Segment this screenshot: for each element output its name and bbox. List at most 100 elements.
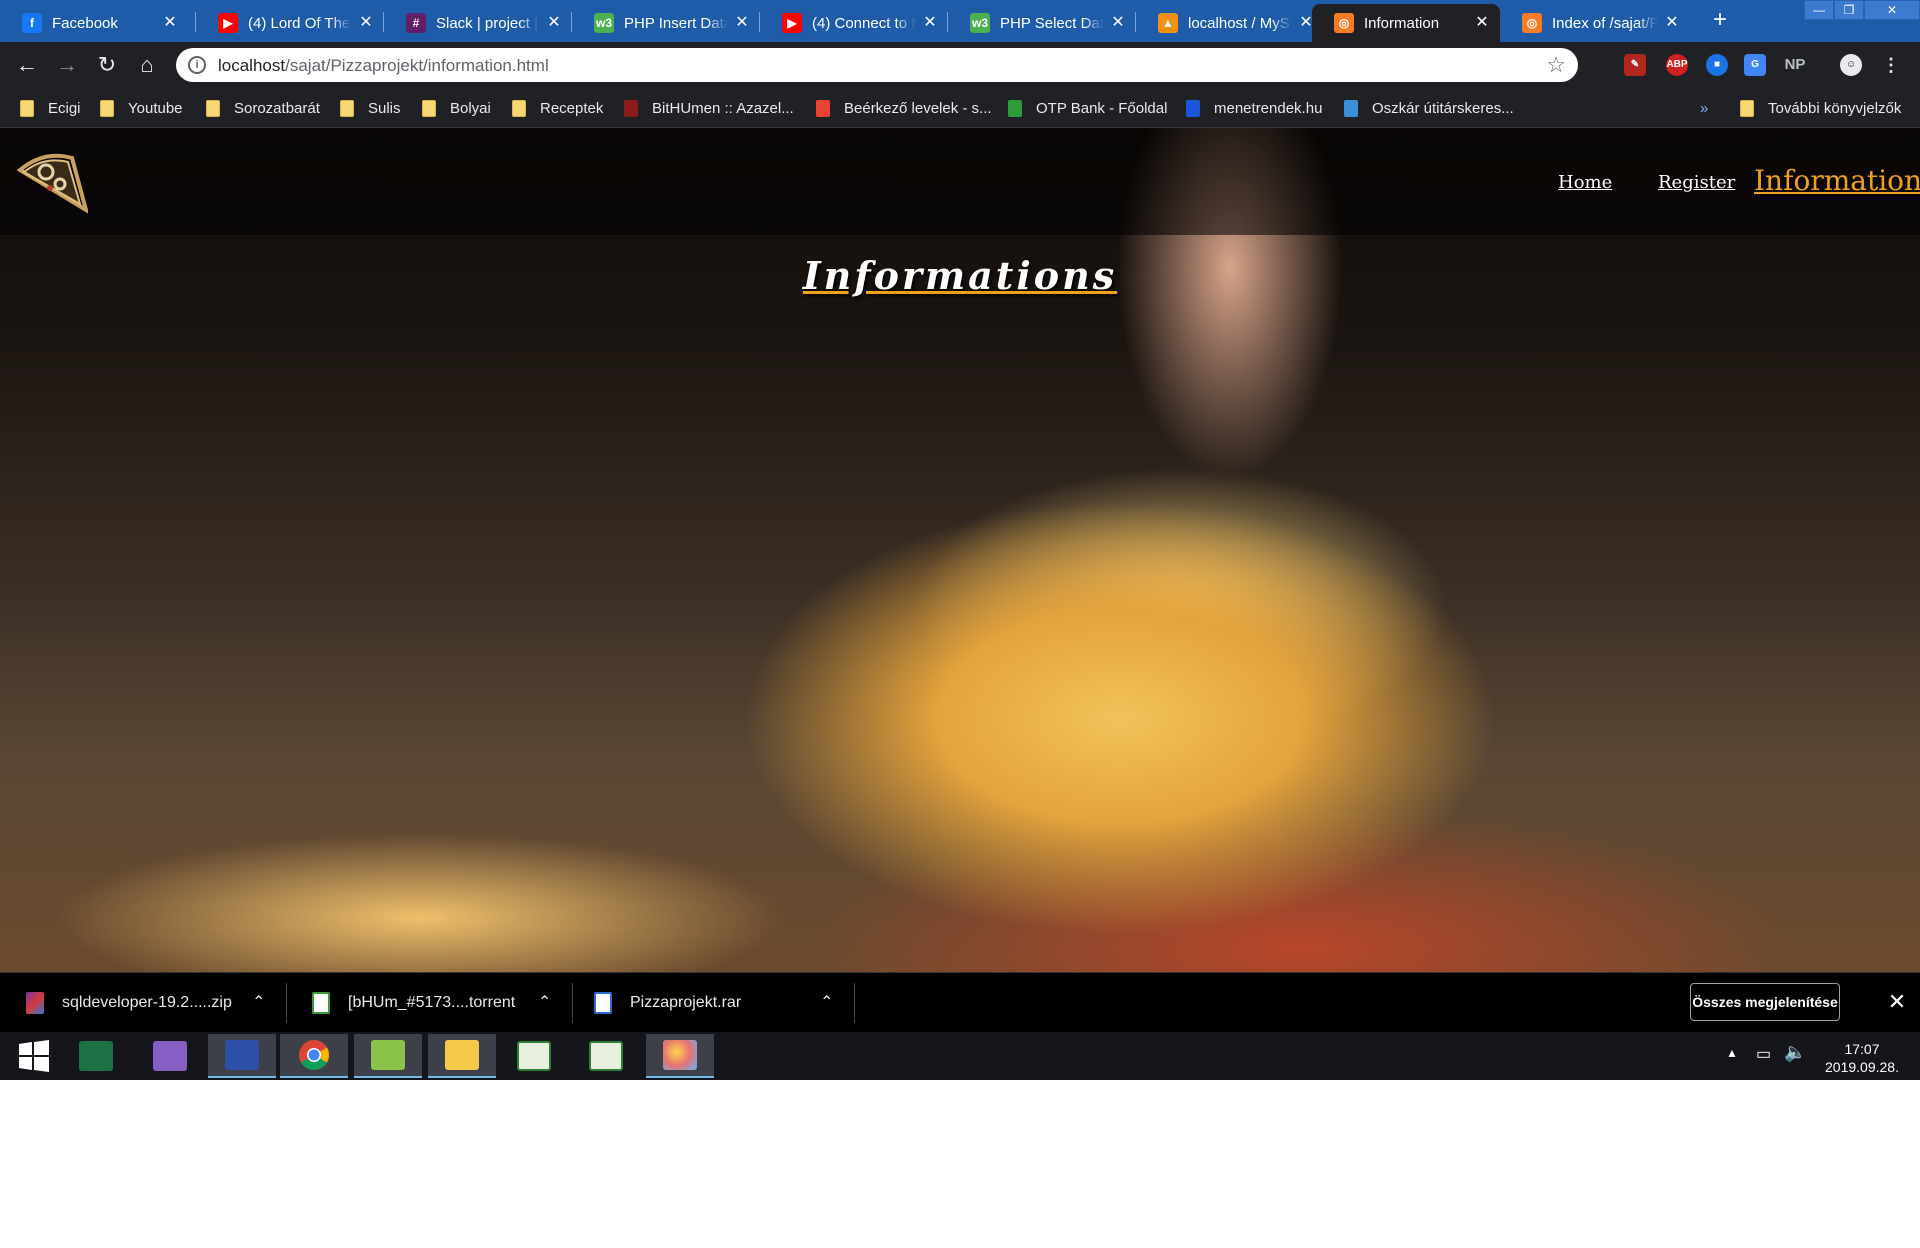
taskbar-paint[interactable] (646, 1034, 714, 1078)
bookmark-star-icon[interactable]: ☆ (1546, 52, 1566, 78)
browser-tab[interactable]: # Slack | project | S ✕ (384, 4, 572, 42)
chrome-icon (299, 1040, 330, 1071)
oszkar-icon (1344, 99, 1358, 117)
bookmark-label: Beérkező levelek - s... (844, 99, 992, 117)
menu-dots-icon[interactable]: ⋮ (1880, 54, 1902, 76)
browser-tab[interactable]: w3 PHP Select Data ✕ (948, 4, 1136, 42)
web-page: Home Register Information Informations (0, 128, 1920, 972)
restore-icon[interactable]: ❐ (1834, 0, 1864, 20)
bookmark-item[interactable]: Ecigi (20, 98, 81, 118)
tab-close-icon[interactable]: ✕ (1664, 15, 1680, 31)
bookmark-extension-icon[interactable]: ■ (1706, 54, 1728, 76)
tab-separator (947, 12, 948, 32)
reload-icon[interactable]: ↻ (92, 50, 122, 80)
address-bar[interactable]: i localhost/sajat/Pizzaprojekt/informati… (176, 48, 1578, 82)
download-item[interactable]: sqldeveloper-19.2.....zip ⌃ (26, 973, 276, 1033)
tab-close-icon[interactable]: ✕ (1474, 15, 1490, 31)
bookmark-item[interactable]: Bolyai (422, 98, 491, 118)
taskbar-excel[interactable] (62, 1034, 130, 1078)
youtube-icon: ▶ (782, 13, 802, 33)
minimize-icon[interactable]: — (1804, 0, 1834, 20)
bookmarks-overflow-icon[interactable]: » (1700, 98, 1708, 118)
bookmark-label: Bolyai (450, 99, 491, 117)
tab-close-icon[interactable]: ✕ (358, 15, 374, 31)
taskbar-chrome[interactable] (280, 1034, 348, 1078)
nav-information-link[interactable]: Information (1754, 164, 1920, 197)
taskbar-file-explorer[interactable] (428, 1034, 496, 1078)
bookmark-item[interactable]: menetrendek.hu (1186, 98, 1322, 118)
browser-toolbar: ← → ↻ ⌂ i localhost/sajat/Pizzaprojekt/i… (0, 42, 1920, 88)
other-bookmarks[interactable]: További könyvjelzők (1740, 98, 1901, 118)
menetrendek-icon (1186, 99, 1200, 117)
gmail-icon (816, 99, 830, 117)
tab-close-icon[interactable]: ✕ (546, 15, 562, 31)
network-icon[interactable]: ▭ (1756, 1044, 1771, 1064)
address-url[interactable]: localhost/sajat/Pizzaprojekt/information… (218, 56, 549, 76)
back-icon[interactable]: ← (12, 50, 42, 80)
otp-icon (1008, 99, 1022, 117)
forward-icon[interactable]: → (52, 50, 82, 80)
system-clock[interactable]: 17:07 2019.09.28. (1812, 1040, 1912, 1076)
profile-avatar-icon[interactable]: ☺ (1840, 54, 1862, 76)
bookmark-item[interactable]: BitHUmen :: Azazel... (624, 98, 794, 118)
tab-separator (383, 12, 384, 32)
taskbar-save-app[interactable] (208, 1034, 276, 1078)
browser-tab[interactable]: ◎ Information ✕ (1312, 4, 1500, 42)
chevron-up-icon[interactable]: ⌃ (538, 992, 551, 1012)
show-all-downloads-button[interactable]: Összes megjelenítése (1690, 983, 1840, 1021)
adblock-plus-icon[interactable]: ABP (1666, 54, 1688, 76)
bookmark-item[interactable]: Receptek (512, 98, 603, 118)
browser-tab[interactable]: ▶ (4) Lord Of The Rings ✕ (196, 4, 384, 42)
start-button[interactable] (0, 1034, 68, 1078)
download-item[interactable]: [bHUm_#5173....torrent ⌃ (312, 973, 562, 1033)
site-info-icon[interactable]: i (188, 56, 206, 74)
taskbar-notepad-plus[interactable] (354, 1034, 422, 1078)
close-icon[interactable]: ✕ (1884, 987, 1910, 1017)
google-translate-icon[interactable]: G (1744, 54, 1766, 76)
bookmark-item[interactable]: Sulis (340, 98, 401, 118)
browser-tab[interactable]: ▲localhost / MySQL✕ (1136, 4, 1324, 42)
tab-title: (4) Connect to My (812, 14, 916, 32)
home-icon[interactable]: ⌂ (132, 50, 162, 80)
browser-tab[interactable]: f Facebook ✕ (0, 4, 188, 42)
tab-title: (4) Lord Of The Rings (248, 14, 352, 32)
bookmark-label: Receptek (540, 99, 604, 117)
bookmark-item[interactable]: Oszkár útitárskeres... (1344, 98, 1514, 118)
browser-tab[interactable]: ▶ (4) Connect to My ✕ (760, 4, 948, 42)
volume-icon[interactable]: 🔈 (1784, 1042, 1806, 1063)
tab-close-icon[interactable]: ✕ (922, 15, 938, 31)
taskbar-window-app[interactable] (500, 1034, 568, 1078)
tab-strip: f Facebook ✕ ▶ (4) Lord Of The Rings ✕ # Slack … (0, 0, 1920, 42)
browser-tab[interactable]: ◎ Index of /sajat/P ✕ (1500, 4, 1690, 42)
np-extension-icon[interactable]: NP (1784, 54, 1806, 76)
tab-title: Information (1364, 14, 1440, 32)
url-host: localhost (218, 56, 286, 75)
pizza-logo-icon[interactable] (16, 148, 88, 214)
chevron-up-icon[interactable]: ⌃ (252, 992, 265, 1012)
window-app-icon (589, 1041, 623, 1071)
nav-home-link[interactable]: Home (1558, 172, 1612, 193)
taskbar-window-app[interactable] (572, 1034, 640, 1078)
chevron-up-icon[interactable]: ⌃ (820, 992, 833, 1012)
bookmark-item[interactable]: OTP Bank - Főoldal (1008, 98, 1167, 118)
torrent-file-icon (312, 992, 330, 1014)
pdf-extension-icon[interactable]: ✎ (1624, 54, 1646, 76)
tab-close-icon[interactable]: ✕ (734, 15, 750, 31)
tab-close-icon[interactable]: ✕ (1110, 15, 1126, 31)
browser-tab[interactable]: w3 PHP Insert Data ✕ (572, 4, 760, 42)
nav-register-link[interactable]: Register (1658, 172, 1735, 193)
bookmark-item[interactable]: Sorozatbarát (206, 98, 320, 118)
excel-icon (79, 1041, 113, 1071)
tab-close-icon[interactable]: ✕ (162, 15, 178, 31)
bookmark-label: Youtube (128, 99, 183, 117)
bookmark-item[interactable]: Beérkező levelek - s... (816, 98, 992, 118)
tray-overflow-icon[interactable]: ▲ (1726, 1046, 1738, 1060)
new-tab-button[interactable]: + (1706, 6, 1734, 34)
bookmark-item[interactable]: Youtube (100, 98, 183, 118)
folder-icon (20, 99, 34, 117)
folder-icon (1740, 99, 1754, 117)
taskbar-visual-studio[interactable] (136, 1034, 204, 1078)
divider (572, 983, 573, 1023)
download-item[interactable]: Pizzaprojekt.rar ⌃ (594, 973, 850, 1033)
window-close-icon[interactable]: ✕ (1864, 0, 1920, 20)
